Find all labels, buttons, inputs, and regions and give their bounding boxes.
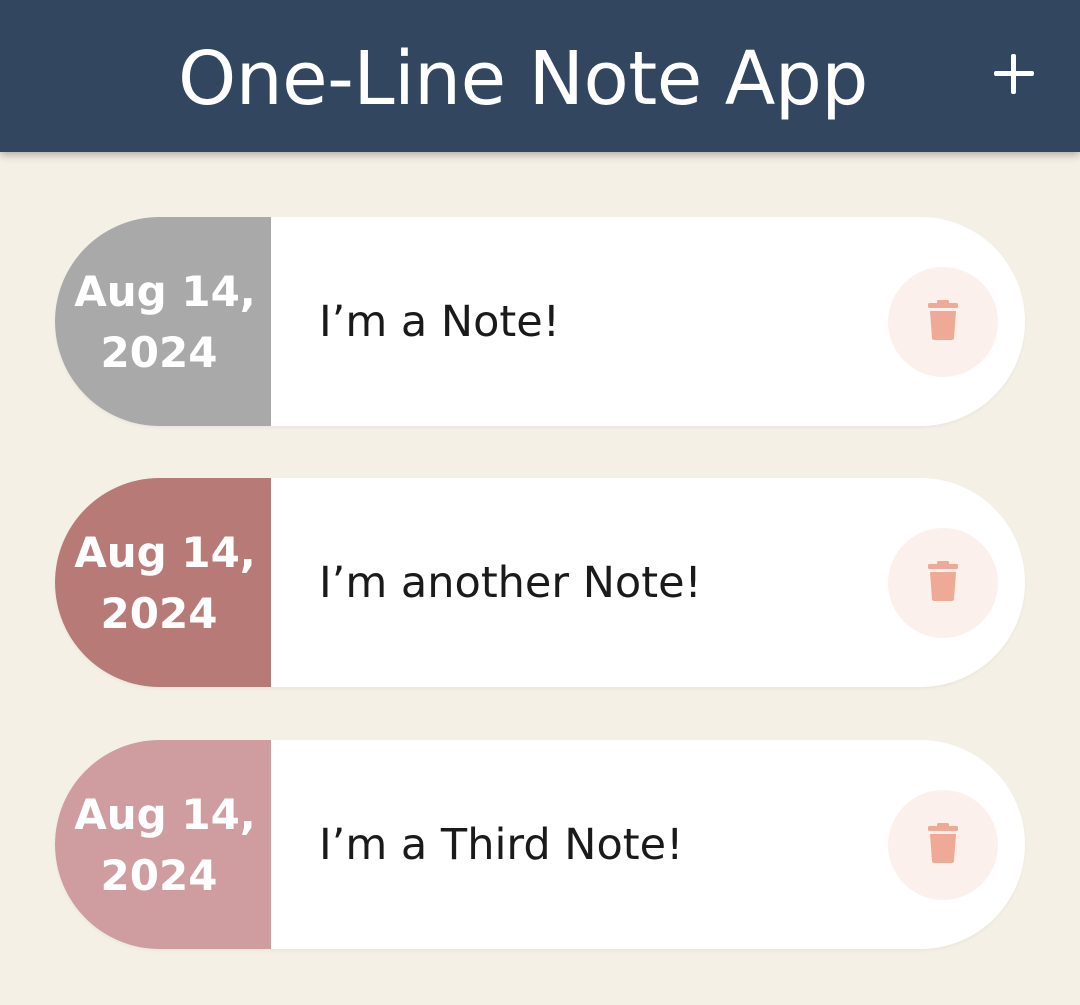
note-text[interactable]: I’m a Third Note! bbox=[319, 740, 683, 949]
delete-note-button[interactable] bbox=[888, 790, 998, 900]
delete-note-button[interactable] bbox=[888, 267, 998, 377]
note-item[interactable]: Aug 14, 2024 I’m a Note! bbox=[55, 217, 1025, 426]
note-date-line1: Aug 14, bbox=[74, 527, 256, 577]
note-date-line2: 2024 bbox=[100, 588, 218, 638]
note-date-line2: 2024 bbox=[100, 850, 218, 900]
add-note-button[interactable] bbox=[988, 48, 1040, 100]
trash-icon bbox=[928, 300, 958, 340]
note-date-line1: Aug 14, bbox=[74, 266, 256, 316]
note-item[interactable]: Aug 14, 2024 I’m a Third Note! bbox=[55, 740, 1025, 949]
app-title: One-Line Note App bbox=[178, 36, 868, 122]
app-header: One-Line Note App bbox=[0, 0, 1080, 152]
note-item[interactable]: Aug 14, 2024 I’m another Note! bbox=[55, 478, 1025, 687]
note-date: Aug 14, 2024 bbox=[55, 740, 271, 949]
note-date-line2: 2024 bbox=[100, 327, 218, 377]
trash-icon bbox=[928, 823, 958, 863]
note-text[interactable]: I’m another Note! bbox=[319, 478, 702, 687]
trash-icon bbox=[928, 561, 958, 601]
note-date: Aug 14, 2024 bbox=[55, 478, 271, 687]
note-date: Aug 14, 2024 bbox=[55, 217, 271, 426]
note-text[interactable]: I’m a Note! bbox=[319, 217, 560, 426]
note-date-line1: Aug 14, bbox=[74, 789, 256, 839]
delete-note-button[interactable] bbox=[888, 528, 998, 638]
